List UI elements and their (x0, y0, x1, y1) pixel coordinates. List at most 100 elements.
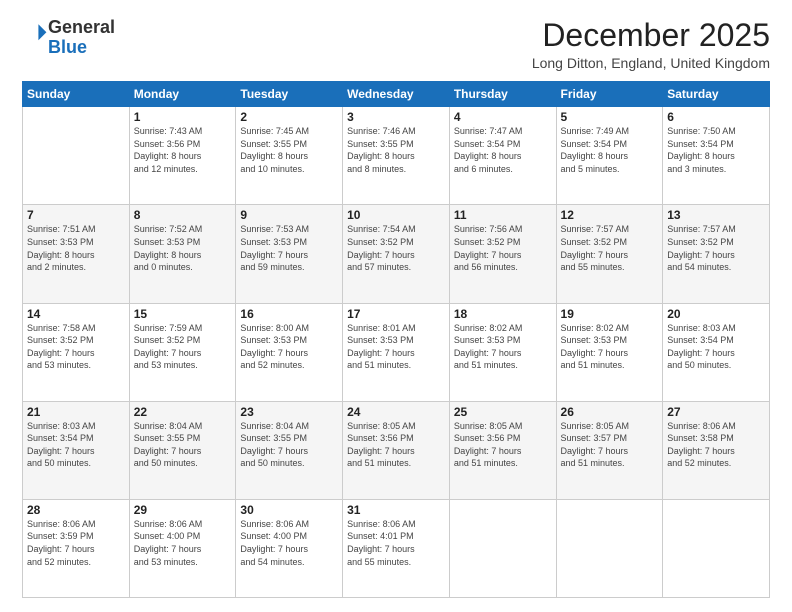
day-number: 30 (240, 503, 338, 517)
table-row: 28Sunrise: 8:06 AM Sunset: 3:59 PM Dayli… (23, 499, 130, 597)
table-row: 22Sunrise: 8:04 AM Sunset: 3:55 PM Dayli… (129, 401, 236, 499)
day-info: Sunrise: 7:45 AM Sunset: 3:55 PM Dayligh… (240, 125, 338, 175)
table-row: 30Sunrise: 8:06 AM Sunset: 4:00 PM Dayli… (236, 499, 343, 597)
table-row: 11Sunrise: 7:56 AM Sunset: 3:52 PM Dayli… (449, 205, 556, 303)
table-row (556, 499, 663, 597)
day-info: Sunrise: 7:56 AM Sunset: 3:52 PM Dayligh… (454, 223, 552, 273)
table-row: 8Sunrise: 7:52 AM Sunset: 3:53 PM Daylig… (129, 205, 236, 303)
calendar-week-row: 14Sunrise: 7:58 AM Sunset: 3:52 PM Dayli… (23, 303, 770, 401)
day-info: Sunrise: 8:05 AM Sunset: 3:57 PM Dayligh… (561, 420, 659, 470)
day-info: Sunrise: 8:06 AM Sunset: 4:01 PM Dayligh… (347, 518, 445, 568)
table-row: 29Sunrise: 8:06 AM Sunset: 4:00 PM Dayli… (129, 499, 236, 597)
day-info: Sunrise: 8:02 AM Sunset: 3:53 PM Dayligh… (561, 322, 659, 372)
table-row: 6Sunrise: 7:50 AM Sunset: 3:54 PM Daylig… (663, 107, 770, 205)
table-row: 26Sunrise: 8:05 AM Sunset: 3:57 PM Dayli… (556, 401, 663, 499)
calendar-week-row: 1Sunrise: 7:43 AM Sunset: 3:56 PM Daylig… (23, 107, 770, 205)
day-info: Sunrise: 7:46 AM Sunset: 3:55 PM Dayligh… (347, 125, 445, 175)
table-row (449, 499, 556, 597)
day-number: 9 (240, 208, 338, 222)
day-number: 20 (667, 307, 765, 321)
table-row: 24Sunrise: 8:05 AM Sunset: 3:56 PM Dayli… (343, 401, 450, 499)
logo-icon (24, 21, 48, 45)
calendar-header-row: Sunday Monday Tuesday Wednesday Thursday… (23, 82, 770, 107)
day-number: 7 (27, 208, 125, 222)
day-number: 5 (561, 110, 659, 124)
day-number: 19 (561, 307, 659, 321)
table-row: 18Sunrise: 8:02 AM Sunset: 3:53 PM Dayli… (449, 303, 556, 401)
day-number: 8 (134, 208, 232, 222)
table-row: 3Sunrise: 7:46 AM Sunset: 3:55 PM Daylig… (343, 107, 450, 205)
day-number: 25 (454, 405, 552, 419)
table-row: 19Sunrise: 8:02 AM Sunset: 3:53 PM Dayli… (556, 303, 663, 401)
table-row: 15Sunrise: 7:59 AM Sunset: 3:52 PM Dayli… (129, 303, 236, 401)
table-row: 17Sunrise: 8:01 AM Sunset: 3:53 PM Dayli… (343, 303, 450, 401)
day-info: Sunrise: 8:05 AM Sunset: 3:56 PM Dayligh… (454, 420, 552, 470)
day-info: Sunrise: 7:53 AM Sunset: 3:53 PM Dayligh… (240, 223, 338, 273)
day-number: 15 (134, 307, 232, 321)
day-number: 16 (240, 307, 338, 321)
month-year: December 2025 (532, 18, 770, 53)
day-info: Sunrise: 8:06 AM Sunset: 4:00 PM Dayligh… (134, 518, 232, 568)
day-number: 24 (347, 405, 445, 419)
col-wednesday: Wednesday (343, 82, 450, 107)
table-row: 13Sunrise: 7:57 AM Sunset: 3:52 PM Dayli… (663, 205, 770, 303)
day-number: 22 (134, 405, 232, 419)
header: General Blue December 2025 Long Ditton, … (22, 18, 770, 71)
table-row: 16Sunrise: 8:00 AM Sunset: 3:53 PM Dayli… (236, 303, 343, 401)
day-info: Sunrise: 8:04 AM Sunset: 3:55 PM Dayligh… (240, 420, 338, 470)
calendar-week-row: 28Sunrise: 8:06 AM Sunset: 3:59 PM Dayli… (23, 499, 770, 597)
table-row: 21Sunrise: 8:03 AM Sunset: 3:54 PM Dayli… (23, 401, 130, 499)
day-info: Sunrise: 8:06 AM Sunset: 3:59 PM Dayligh… (27, 518, 125, 568)
col-tuesday: Tuesday (236, 82, 343, 107)
day-info: Sunrise: 8:03 AM Sunset: 3:54 PM Dayligh… (27, 420, 125, 470)
day-number: 6 (667, 110, 765, 124)
col-thursday: Thursday (449, 82, 556, 107)
table-row: 2Sunrise: 7:45 AM Sunset: 3:55 PM Daylig… (236, 107, 343, 205)
table-row: 4Sunrise: 7:47 AM Sunset: 3:54 PM Daylig… (449, 107, 556, 205)
logo-blue-text: Blue (48, 37, 87, 57)
day-number: 28 (27, 503, 125, 517)
day-number: 12 (561, 208, 659, 222)
day-number: 31 (347, 503, 445, 517)
logo-general-text: General (48, 17, 115, 37)
day-info: Sunrise: 7:52 AM Sunset: 3:53 PM Dayligh… (134, 223, 232, 273)
day-info: Sunrise: 7:51 AM Sunset: 3:53 PM Dayligh… (27, 223, 125, 273)
day-number: 26 (561, 405, 659, 419)
day-info: Sunrise: 8:05 AM Sunset: 3:56 PM Dayligh… (347, 420, 445, 470)
table-row: 10Sunrise: 7:54 AM Sunset: 3:52 PM Dayli… (343, 205, 450, 303)
table-row (23, 107, 130, 205)
table-row: 27Sunrise: 8:06 AM Sunset: 3:58 PM Dayli… (663, 401, 770, 499)
day-info: Sunrise: 7:57 AM Sunset: 3:52 PM Dayligh… (667, 223, 765, 273)
col-friday: Friday (556, 82, 663, 107)
day-info: Sunrise: 8:02 AM Sunset: 3:53 PM Dayligh… (454, 322, 552, 372)
day-number: 11 (454, 208, 552, 222)
day-number: 14 (27, 307, 125, 321)
day-number: 23 (240, 405, 338, 419)
day-number: 18 (454, 307, 552, 321)
day-info: Sunrise: 8:00 AM Sunset: 3:53 PM Dayligh… (240, 322, 338, 372)
day-info: Sunrise: 7:43 AM Sunset: 3:56 PM Dayligh… (134, 125, 232, 175)
day-number: 2 (240, 110, 338, 124)
table-row: 14Sunrise: 7:58 AM Sunset: 3:52 PM Dayli… (23, 303, 130, 401)
col-sunday: Sunday (23, 82, 130, 107)
table-row: 9Sunrise: 7:53 AM Sunset: 3:53 PM Daylig… (236, 205, 343, 303)
day-number: 10 (347, 208, 445, 222)
table-row (663, 499, 770, 597)
table-row: 23Sunrise: 8:04 AM Sunset: 3:55 PM Dayli… (236, 401, 343, 499)
day-number: 29 (134, 503, 232, 517)
day-info: Sunrise: 8:03 AM Sunset: 3:54 PM Dayligh… (667, 322, 765, 372)
day-info: Sunrise: 7:59 AM Sunset: 3:52 PM Dayligh… (134, 322, 232, 372)
day-info: Sunrise: 7:50 AM Sunset: 3:54 PM Dayligh… (667, 125, 765, 175)
day-number: 1 (134, 110, 232, 124)
table-row: 31Sunrise: 8:06 AM Sunset: 4:01 PM Dayli… (343, 499, 450, 597)
day-info: Sunrise: 7:47 AM Sunset: 3:54 PM Dayligh… (454, 125, 552, 175)
day-info: Sunrise: 7:58 AM Sunset: 3:52 PM Dayligh… (27, 322, 125, 372)
calendar-table: Sunday Monday Tuesday Wednesday Thursday… (22, 81, 770, 598)
table-row: 12Sunrise: 7:57 AM Sunset: 3:52 PM Dayli… (556, 205, 663, 303)
day-info: Sunrise: 8:06 AM Sunset: 3:58 PM Dayligh… (667, 420, 765, 470)
day-info: Sunrise: 7:57 AM Sunset: 3:52 PM Dayligh… (561, 223, 659, 273)
logo: General Blue (22, 18, 115, 58)
table-row: 7Sunrise: 7:51 AM Sunset: 3:53 PM Daylig… (23, 205, 130, 303)
day-number: 17 (347, 307, 445, 321)
calendar-week-row: 7Sunrise: 7:51 AM Sunset: 3:53 PM Daylig… (23, 205, 770, 303)
